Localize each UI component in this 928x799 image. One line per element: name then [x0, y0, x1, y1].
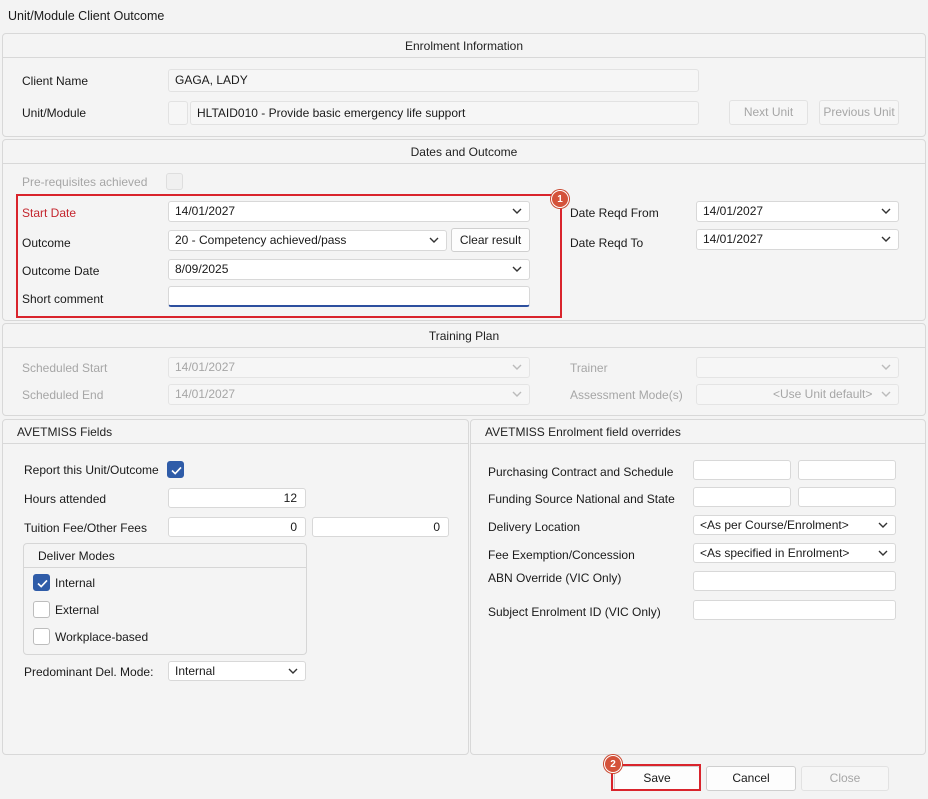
date-reqd-from-label: Date Reqd From: [570, 206, 659, 220]
tuition-label: Tuition Fee/Other Fees: [24, 521, 147, 535]
tuition-input[interactable]: 0: [168, 517, 306, 537]
delivery-location-value: <As per Course/Enrolment>: [700, 518, 849, 532]
client-name-label: Client Name: [22, 74, 89, 88]
predominant-value: Internal: [175, 664, 216, 678]
scheduled-start-picker[interactable]: 14/01/2027: [168, 357, 530, 378]
overrides-header: AVETMISS Enrolment field overrides: [471, 420, 925, 444]
delivery-location-label: Delivery Location: [488, 520, 581, 534]
trainer-label: Trainer: [570, 361, 608, 375]
cancel-button[interactable]: Cancel: [706, 766, 796, 791]
chevron-down-icon: [879, 360, 893, 374]
purchasing-schedule-input[interactable]: [798, 460, 896, 480]
unit-select-box[interactable]: [168, 101, 188, 125]
dates-header: Dates and Outcome: [3, 140, 925, 164]
check-icon: [36, 577, 49, 590]
predominant-select[interactable]: Internal: [168, 661, 306, 681]
funding-national-input[interactable]: [693, 487, 791, 507]
step-badge-2: 2: [604, 755, 622, 773]
hours-input[interactable]: 12: [168, 488, 306, 508]
chevron-down-icon: [879, 387, 893, 401]
scheduled-end-value: 14/01/2027: [175, 387, 236, 401]
fee-exemption-value: <As specified in Enrolment>: [700, 546, 850, 560]
assessment-mode-select[interactable]: <Use Unit default>: [696, 384, 899, 405]
previous-unit-button[interactable]: Previous Unit: [819, 100, 899, 125]
date-reqd-to-value: 14/01/2027: [703, 232, 764, 246]
chevron-down-icon[interactable]: [879, 204, 893, 218]
purchasing-label: Purchasing Contract and Schedule: [488, 465, 674, 479]
mode-workplace-label: Workplace-based: [55, 630, 149, 644]
date-reqd-from-picker[interactable]: 14/01/2027: [696, 201, 899, 222]
date-reqd-to-label: Date Reqd To: [570, 236, 644, 250]
chevron-down-icon[interactable]: [876, 518, 890, 532]
hours-label: Hours attended: [24, 492, 107, 506]
highlight-box-2: [611, 764, 701, 791]
assessment-mode-label: Assessment Mode(s): [570, 388, 683, 402]
check-icon: [170, 464, 183, 477]
deliver-modes-header: Deliver Modes: [24, 544, 306, 568]
unit-field[interactable]: HLTAID010 - Provide basic emergency life…: [190, 101, 699, 125]
report-checkbox[interactable]: [167, 461, 184, 478]
next-unit-button[interactable]: Next Unit: [729, 100, 808, 125]
mode-external-label: External: [55, 603, 100, 617]
chevron-down-icon[interactable]: [879, 232, 893, 246]
funding-label: Funding Source National and State: [488, 492, 675, 506]
unit-label: Unit/Module: [22, 106, 87, 120]
funding-state-input[interactable]: [798, 487, 896, 507]
prereq-label: Pre-requisites achieved: [22, 175, 148, 189]
trainer-select[interactable]: [696, 357, 899, 378]
abn-label: ABN Override (VIC Only): [488, 571, 622, 585]
delivery-location-select[interactable]: <As per Course/Enrolment>: [693, 515, 896, 535]
scheduled-end-label: Scheduled End: [22, 388, 104, 402]
date-reqd-to-picker[interactable]: 14/01/2027: [696, 229, 899, 250]
assessment-mode-value: <Use Unit default>: [773, 387, 873, 401]
report-label: Report this Unit/Outcome: [24, 463, 159, 477]
close-button[interactable]: Close: [801, 766, 889, 791]
abn-input[interactable]: [693, 571, 896, 591]
date-reqd-from-value: 14/01/2027: [703, 204, 764, 218]
scheduled-start-value: 14/01/2027: [175, 360, 236, 374]
chevron-down-icon: [510, 360, 524, 374]
subject-enrolment-input[interactable]: [693, 600, 896, 620]
chevron-down-icon[interactable]: [876, 546, 890, 560]
chevron-down-icon: [510, 387, 524, 401]
step-badge-1: 1: [551, 190, 569, 208]
fee-exemption-select[interactable]: <As specified in Enrolment>: [693, 543, 896, 563]
window-title: Unit/Module Client Outcome: [8, 9, 165, 23]
chevron-down-icon[interactable]: [286, 664, 300, 678]
highlight-box-1: [16, 194, 562, 318]
enrolment-header: Enrolment Information: [3, 34, 925, 58]
predominant-label: Predominant Del. Mode:: [24, 665, 154, 679]
other-fees-input[interactable]: 0: [312, 517, 449, 537]
fee-exemption-label: Fee Exemption/Concession: [488, 548, 635, 562]
mode-internal-checkbox[interactable]: [33, 574, 50, 591]
mode-workplace-checkbox[interactable]: [33, 628, 50, 645]
mode-internal-label: Internal: [55, 576, 96, 590]
avetmiss-header: AVETMISS Fields: [3, 420, 468, 444]
scheduled-start-label: Scheduled Start: [22, 361, 108, 375]
client-name-field[interactable]: GAGA, LADY: [168, 69, 699, 92]
scheduled-end-picker[interactable]: 14/01/2027: [168, 384, 530, 405]
prereq-checkbox[interactable]: [166, 173, 183, 190]
training-header: Training Plan: [3, 324, 925, 348]
mode-external-checkbox[interactable]: [33, 601, 50, 618]
purchasing-contract-input[interactable]: [693, 460, 791, 480]
subject-enrolment-label: Subject Enrolment ID (VIC Only): [488, 605, 661, 619]
